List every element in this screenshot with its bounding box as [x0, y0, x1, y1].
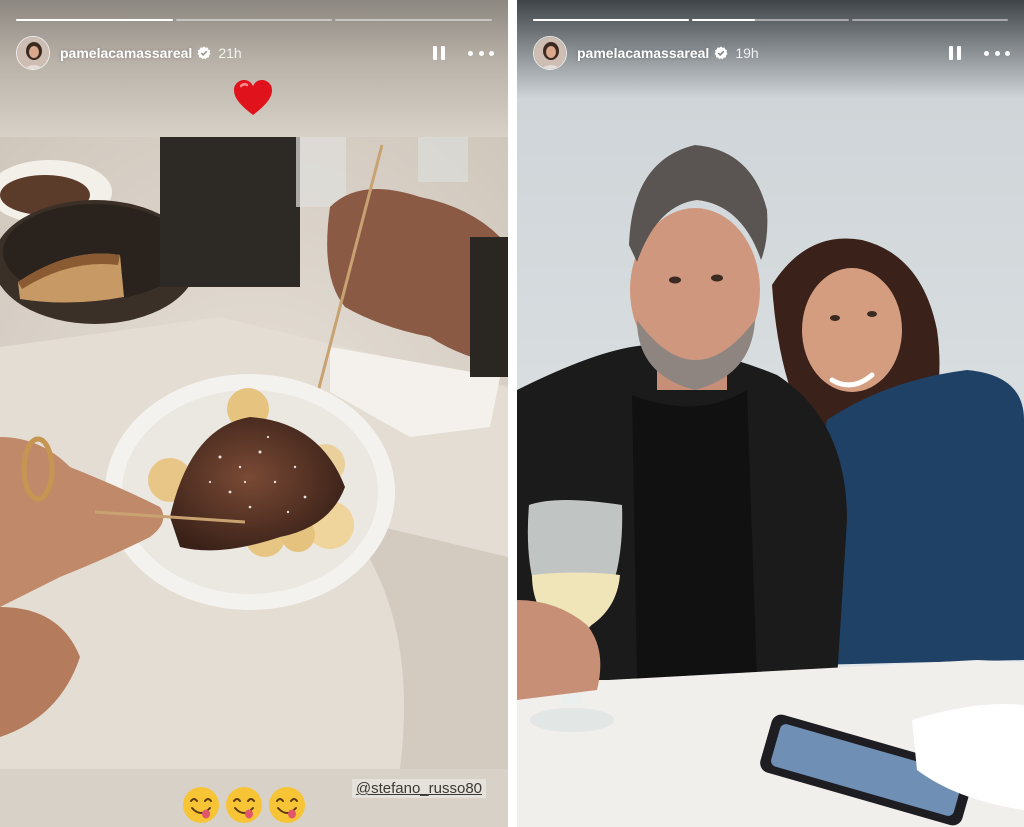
progress-segment — [533, 19, 690, 21]
story-time: 21h — [218, 45, 242, 61]
progress-segment — [692, 19, 849, 21]
verified-badge-icon — [197, 46, 211, 60]
username[interactable]: pamelacamassareal — [577, 45, 709, 61]
story-left[interactable]: pamelacamassareal 21h @stefano_russo80 — [0, 0, 508, 827]
progress-segment — [175, 19, 333, 21]
more-options-icon[interactable] — [984, 44, 1010, 62]
more-options-icon[interactable] — [468, 44, 494, 62]
face-savoring-food-emoji — [183, 787, 219, 823]
dessert-photo — [0, 137, 508, 769]
mention-sticker[interactable]: @stefano_russo80 — [351, 779, 486, 798]
heart-emoji — [234, 80, 272, 115]
face-savoring-food-emoji — [269, 787, 305, 823]
story-progress-bar — [533, 19, 1008, 21]
pause-icon[interactable] — [946, 44, 964, 62]
progress-segment — [16, 19, 173, 21]
verified-badge-icon — [714, 46, 728, 60]
story-header: pamelacamassareal 19h — [533, 36, 1010, 70]
story-progress-bar — [16, 19, 493, 21]
couple-photo — [517, 0, 1024, 827]
pause-icon[interactable] — [430, 44, 448, 62]
avatar[interactable] — [533, 36, 567, 70]
emoji-row — [182, 786, 306, 824]
face-savoring-food-emoji — [226, 787, 262, 823]
progress-segment — [335, 19, 493, 21]
progress-segment — [851, 19, 1008, 21]
story-right[interactable]: pamelacamassareal 19h — [517, 0, 1024, 827]
username[interactable]: pamelacamassareal — [60, 45, 192, 61]
avatar[interactable] — [16, 36, 50, 70]
story-header: pamelacamassareal 21h — [16, 36, 494, 70]
story-time: 19h — [735, 45, 759, 61]
